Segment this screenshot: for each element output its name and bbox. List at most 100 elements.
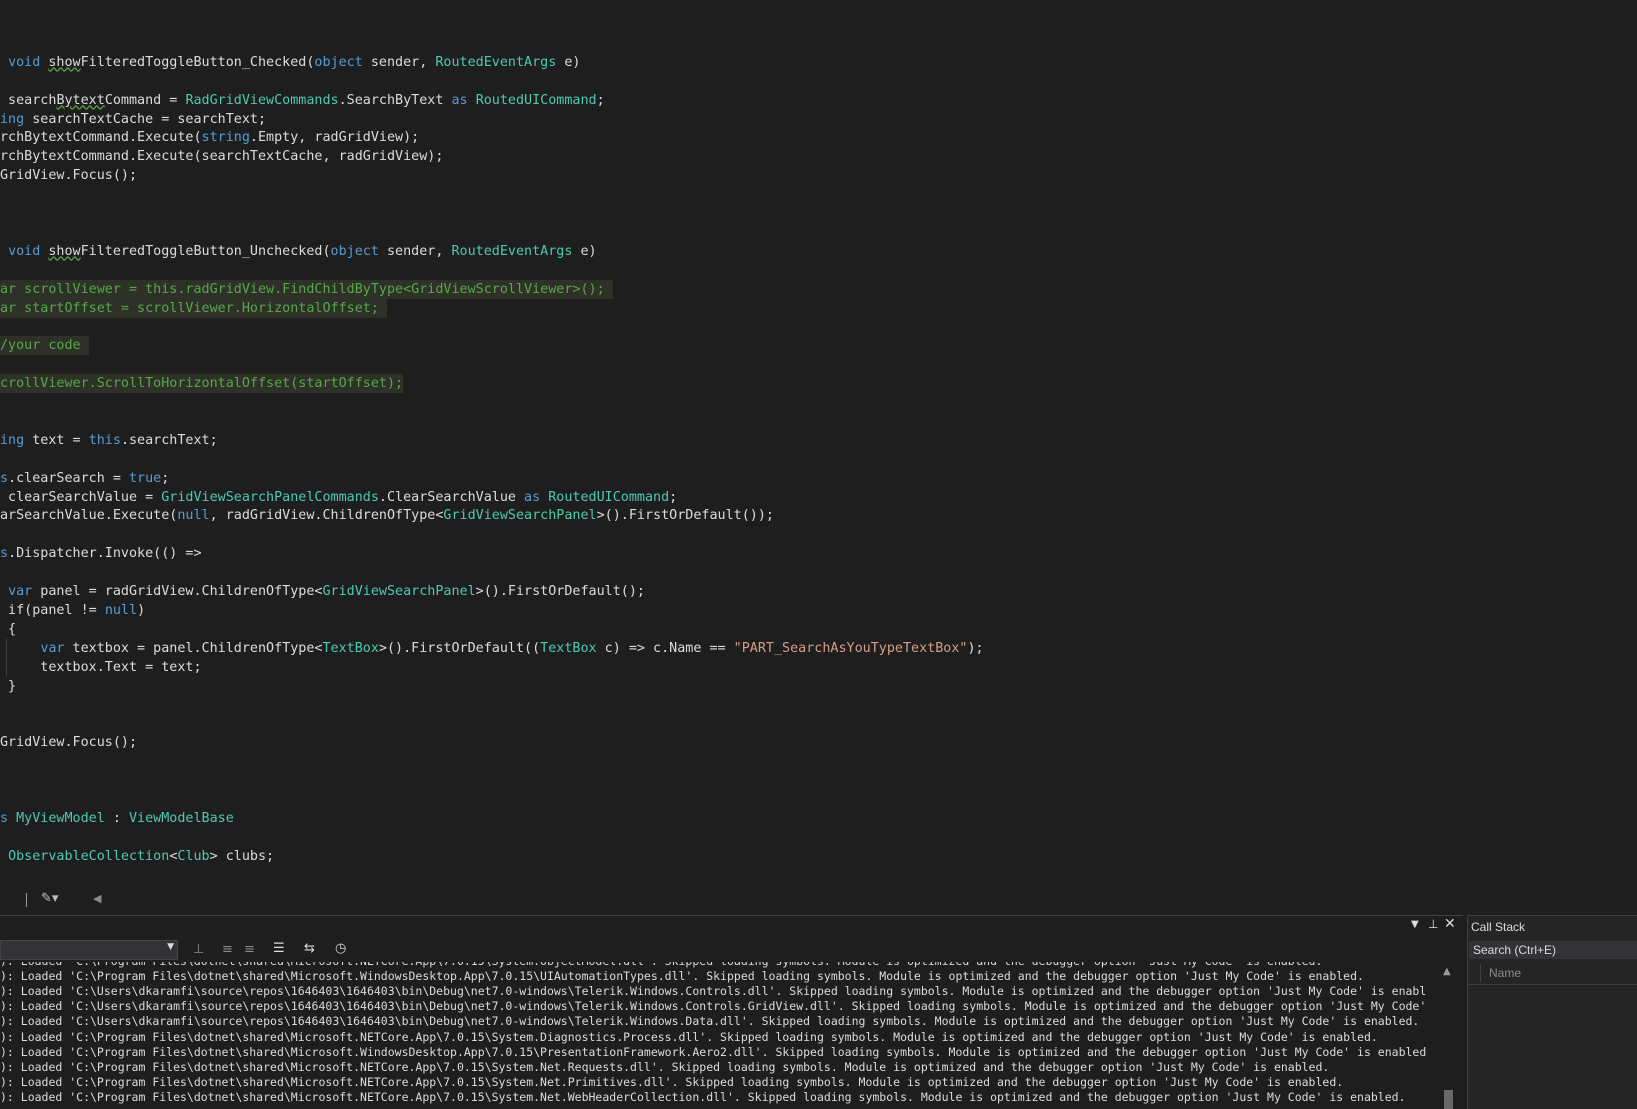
code-token: .Dispatcher.Invoke(() => [8, 546, 202, 562]
vertical-scrollbar[interactable]: ▲ [1440, 966, 1457, 1109]
code-line[interactable]: { [0, 620, 16, 639]
code-token: var [8, 584, 33, 599]
next-message-icon[interactable]: ≡ [244, 942, 255, 957]
code-token: arSearchValue.Execute( [0, 508, 178, 524]
output-line: ): Loaded 'C:\Program Files\dotnet\share… [0, 962, 1322, 969]
code-line[interactable]: ObservableCollection<Club> clubs; [0, 847, 274, 866]
code-token: this [88, 432, 121, 448]
chevron-down-icon[interactable]: ▼ [1411, 919, 1419, 930]
code-token: GridViewSearchPanel [322, 584, 476, 599]
code-token: GridViewSearchPanel [443, 508, 597, 524]
code-token: MyViewModel [16, 810, 105, 826]
code-token: crollViewer.ScrollToHorizontalOffset(sta… [0, 376, 404, 392]
call-stack-search-input[interactable]: Search (Ctrl+E) [1469, 941, 1637, 959]
code-token: true [129, 470, 162, 486]
output-line: ): Loaded 'C:\Program Files\dotnet\share… [0, 1074, 1344, 1089]
code-token: TextBox [540, 640, 597, 656]
scroll-left-icon[interactable]: ◀ [93, 892, 101, 905]
code-line[interactable]: if(panel != null) [0, 601, 145, 620]
code-token: RoutedUICommand [475, 92, 597, 108]
code-token: .Empty, radGridView); [249, 130, 420, 146]
scroll-thumb[interactable] [1444, 1090, 1453, 1109]
code-token: RoutedUICommand [548, 489, 670, 505]
code-line[interactable]: s MyViewModel : ViewModelBase [0, 809, 234, 828]
close-icon[interactable]: ✕ [1444, 916, 1456, 932]
code-token: sender, [378, 243, 452, 259]
code-token: >().FirstOrDefault(); [475, 584, 645, 599]
code-line[interactable]: textbox.Text = text; [0, 658, 202, 677]
code-line[interactable]: ing text = this.searchText; [0, 431, 218, 450]
code-line[interactable]: /your code [0, 336, 89, 356]
call-stack-panel: Call Stack Search (Ctrl+E) Name [1467, 915, 1637, 1109]
code-line[interactable]: crollViewer.ScrollToHorizontalOffset(sta… [0, 374, 404, 394]
code-token: rchBytextCommand.Execute(searchTextCache… [0, 149, 444, 165]
code-line[interactable]: searchBytextCommand = RadGridViewCommand… [0, 91, 605, 110]
code-token: TextBox [322, 640, 379, 656]
output-panel: ▼ ⊥ ✕ ▼ ⊥ ≡ ≡ ☰ ⇆ ◷ ): Loaded 'C:\Progra… [0, 915, 1463, 1109]
code-line[interactable]: s.clearSearch = true; [0, 469, 169, 488]
code-token: , radGridView.ChildrenOfType< [209, 508, 444, 524]
clear-all-icon[interactable]: ☰ [273, 941, 285, 956]
code-editor[interactable]: void showFilteredToggleButton_Checked(ob… [0, 0, 1637, 890]
code-token: GridView.Focus(); [0, 168, 138, 184]
previous-message-icon[interactable]: ≡ [222, 942, 233, 957]
code-token: ); [967, 640, 984, 656]
code-line[interactable]: var textbox = panel.ChildrenOfType<TextB… [0, 639, 984, 658]
code-token: ) [137, 602, 146, 618]
code-line[interactable]: ing searchTextCache = searchText; [0, 110, 266, 129]
code-line[interactable]: GridView.Focus(); [0, 733, 137, 752]
clock-icon[interactable]: ◷ [335, 941, 346, 956]
code-token: searchTextCache = searchText; [24, 111, 267, 127]
find-message-icon[interactable]: ⊥ [193, 942, 204, 957]
scroll-up-icon[interactable]: ▲ [1443, 966, 1451, 977]
code-line[interactable]: void showFilteredToggleButton_Unchecked(… [0, 242, 597, 261]
code-token: null [177, 508, 210, 524]
code-token: } [0, 678, 17, 694]
code-line[interactable]: GridView.Focus(); [0, 166, 137, 185]
output-line: ): Loaded 'C:\Program Files\dotnet\share… [0, 1044, 1427, 1059]
code-line[interactable]: s.Dispatcher.Invoke(() => [0, 544, 202, 563]
header-divider [1468, 984, 1637, 985]
code-token: textbox = panel.ChildrenOfType< [64, 640, 323, 656]
code-token: GridView.Focus(); [0, 735, 138, 751]
code-token: .searchText; [120, 432, 218, 448]
code-token: object [330, 243, 379, 259]
code-line[interactable]: void showFilteredToggleButton_Checked(ob… [0, 53, 580, 72]
code-line[interactable]: ar startOffset = scrollViewer.Horizontal… [0, 298, 387, 318]
code-line[interactable]: rchBytextCommand.Execute(searchTextCache… [0, 147, 443, 166]
code-token: textbox.Text = text; [0, 659, 202, 675]
code-token: Command = [104, 92, 186, 108]
output-source-dropdown[interactable]: ▼ [0, 940, 178, 960]
code-token: panel = radGridView.ChildrenOfType< [32, 584, 323, 599]
code-line[interactable]: } [0, 677, 16, 696]
code-token: show [48, 243, 81, 259]
output-text[interactable]: ): Loaded 'C:\Program Files\dotnet\share… [0, 962, 1440, 1109]
code-line[interactable]: clearSearchValue = GridViewSearchPanelCo… [0, 488, 677, 507]
output-line: ): Loaded 'C:\Users\dkaramfi\source\repo… [0, 999, 1427, 1014]
code-token: FilteredToggleButton_Unchecked( [80, 243, 331, 259]
code-token: RoutedEventArgs [435, 54, 557, 70]
code-line[interactable]: var panel = radGridView.ChildrenOfType<G… [0, 582, 645, 601]
code-token: show [48, 54, 81, 70]
code-line[interactable]: ar scrollViewer = this.radGridView.FindC… [0, 279, 613, 299]
output-line: ): Loaded 'C:\Program Files\dotnet\share… [0, 1059, 1330, 1074]
code-line[interactable]: arSearchValue.Execute(null, radGridView.… [0, 506, 774, 525]
chevron-down-icon: ▼ [167, 942, 174, 952]
code-token: string [201, 130, 250, 146]
column-header-name[interactable]: Name [1489, 966, 1521, 980]
code-token: object [314, 54, 363, 70]
indent-guide [6, 638, 7, 677]
code-token: >().FirstOrDefault()); [596, 508, 774, 524]
code-line[interactable]: rchBytextCommand.Execute(string.Empty, r… [0, 128, 419, 147]
word-wrap-icon[interactable]: ⇆ [304, 941, 315, 956]
pin-icon[interactable]: ⊥ [1428, 917, 1438, 931]
code-token: s [0, 546, 9, 562]
output-line: ): Loaded 'C:\Program Files\dotnet\share… [0, 969, 1364, 984]
brush-icon[interactable]: ✎▾ [41, 891, 58, 906]
code-token: .ClearSearchValue [378, 489, 525, 505]
